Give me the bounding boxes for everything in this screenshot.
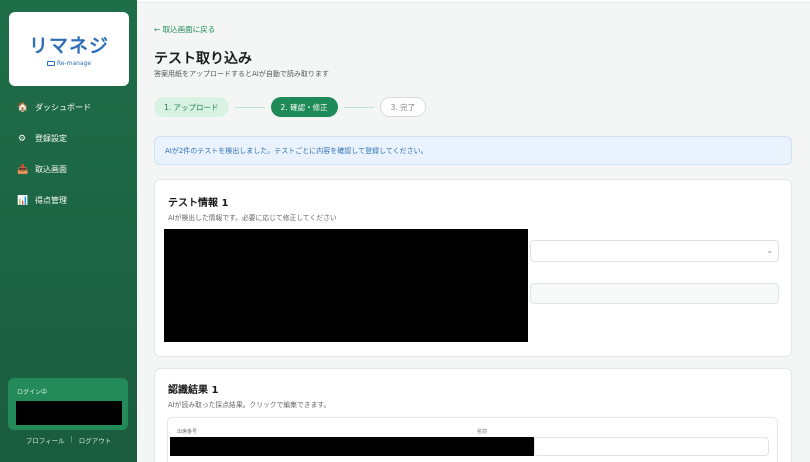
column-header-number: 出席番号 — [177, 429, 198, 435]
inbox-tray-icon: 📥 — [17, 164, 29, 175]
bar-chart-icon: 📊 — [17, 195, 29, 206]
sidebar-item-label: ダッシュボード — [35, 103, 91, 112]
test-info-title: テスト情報 1 — [168, 198, 229, 209]
logout-link[interactable]: ログアウト — [79, 435, 112, 445]
home-icon: 🏠 — [17, 102, 29, 113]
info-alert: AIが2件のテストを検出しました。テストごとに内容を確認して登録してください。 — [154, 136, 792, 165]
sidebar-item-settings[interactable]: ⚙ 登録設定 — [0, 123, 137, 154]
redacted-user-info — [16, 401, 122, 425]
profile-link[interactable]: プロフィール — [26, 435, 65, 445]
sidebar-item-import[interactable]: 📥 取込画面 — [0, 154, 137, 185]
sidebar: リマネジ Re-manage 🏠 ダッシュボード ⚙ 登録設定 📥 取込画面 📊… — [0, 0, 137, 462]
test-select-field[interactable]: ⌄ — [530, 240, 779, 262]
login-card: ログイン中 — [8, 378, 128, 430]
recognition-subtitle: AIが読み取った採点結果。クリックで編集できます。 — [168, 401, 331, 409]
step-review: 2. 確認・修正 — [270, 97, 338, 117]
sidebar-item-dashboard[interactable]: 🏠 ダッシュボード — [0, 92, 137, 123]
step-connector — [343, 106, 374, 108]
chevron-down-icon: ⌄ — [766, 246, 773, 255]
page-subtitle: 答案用紙をアップロードするとAIが自動で読み取ります — [154, 70, 329, 78]
name-input[interactable] — [534, 437, 769, 456]
column-header-name: 名前 — [477, 429, 488, 435]
gear-icon: ⚙ — [17, 133, 27, 144]
logo-text: リマネジ — [28, 35, 109, 57]
stepper: 1. アップロード 2. 確認・修正 3. 完了 — [154, 97, 427, 117]
sidebar-item-label: 取込画面 — [35, 165, 67, 174]
account-links: プロフィール | ログアウト — [0, 435, 137, 445]
test-text-field[interactable] — [530, 283, 779, 304]
step-upload: 1. アップロード — [154, 97, 229, 117]
test-info-subtitle: AIが検出した情報です。必要に応じて修正してください — [168, 214, 337, 222]
top-bar — [137, 0, 810, 3]
back-link[interactable]: ← 取込画面に戻る — [154, 24, 215, 35]
app-logo[interactable]: リマネジ Re-manage — [9, 12, 129, 86]
link-separator: | — [70, 435, 73, 443]
redacted-region — [164, 229, 528, 342]
sidebar-item-label: 登録設定 — [35, 134, 67, 143]
step-connector — [234, 106, 265, 108]
login-label: ログイン中 — [17, 389, 48, 396]
logo-subtext: Re-manage — [56, 60, 92, 67]
page-title: テスト取り込み — [154, 51, 252, 67]
sidebar-nav: 🏠 ダッシュボード ⚙ 登録設定 📥 取込画面 📊 得点管理 — [0, 92, 137, 216]
book-icon — [46, 61, 55, 66]
sidebar-item-label: 得点管理 — [35, 196, 67, 205]
sidebar-item-scores[interactable]: 📊 得点管理 — [0, 185, 137, 216]
redacted-region — [170, 437, 534, 456]
step-complete: 3. 完了 — [379, 97, 427, 117]
recognition-title: 認識結果 1 — [168, 385, 219, 396]
